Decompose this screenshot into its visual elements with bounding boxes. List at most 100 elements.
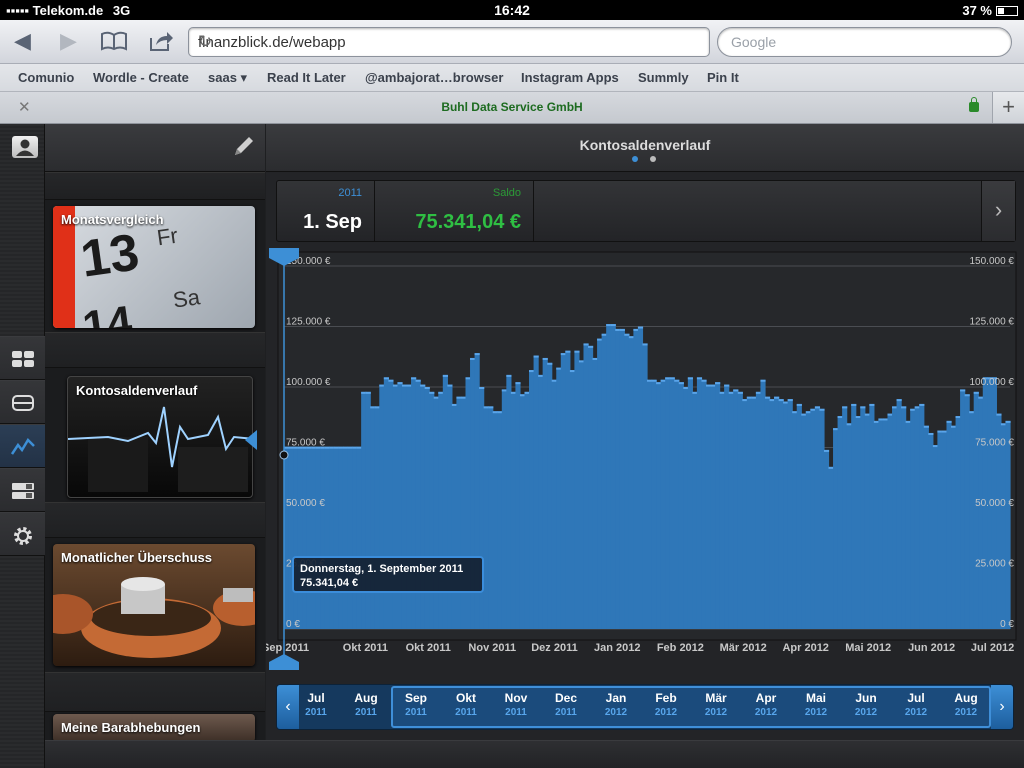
- timeline-month[interactable]: Sep 2011: [391, 691, 441, 718]
- timeline-month[interactable]: Aug 2011: [341, 691, 391, 718]
- balance-bar-top: [433, 396, 439, 399]
- balance-bar-top: [810, 408, 816, 411]
- timeline-month[interactable]: Okt 2011: [441, 691, 491, 718]
- bookmark-item[interactable]: Comunio: [18, 70, 74, 85]
- balance-bar: [456, 396, 462, 629]
- balance-bar: [887, 413, 893, 629]
- pencil-icon[interactable]: [231, 133, 257, 159]
- timeline-month[interactable]: Jan 2012: [591, 691, 641, 718]
- calendar-day: 13: [77, 223, 143, 289]
- bookmark-item[interactable]: Summly: [638, 70, 689, 85]
- card-monatlicher-ueberschuss[interactable]: Monatlicher Überschuss: [53, 544, 255, 666]
- balance-bar: [719, 391, 725, 629]
- card-icon: [12, 395, 34, 411]
- back-icon[interactable]: ◀: [14, 30, 31, 52]
- timeline-next-button[interactable]: ›: [991, 685, 1013, 729]
- balance-bar: [705, 384, 712, 629]
- balance-bar: [460, 396, 467, 629]
- card-label: Kontosaldenverlauf: [76, 383, 198, 398]
- balance-bar-top: [642, 343, 648, 346]
- timeline-month[interactable]: Feb 2012: [641, 691, 691, 718]
- balance-bar-top: [470, 357, 476, 360]
- balance-bar: [855, 416, 861, 629]
- calendar-day: 14: [79, 296, 136, 328]
- cursor-bottom-handle[interactable]: [269, 654, 299, 670]
- y-tick-label: 75.000 €: [286, 438, 325, 449]
- settings-button[interactable]: [0, 512, 45, 556]
- balance-bar: [311, 446, 317, 629]
- month-year: 2011: [355, 707, 377, 718]
- balance-bar: [783, 401, 789, 629]
- balance-bar-top: [882, 418, 889, 421]
- share-icon[interactable]: [148, 30, 174, 56]
- bookmark-item[interactable]: Wordle - Create: [93, 70, 189, 85]
- balance-bar: [760, 379, 766, 629]
- bookmark-item[interactable]: saas ▾: [208, 70, 247, 86]
- bookmarks-icon[interactable]: [100, 30, 128, 56]
- timeline-month[interactable]: Mai 2012: [791, 691, 841, 718]
- balance-bar-top: [796, 403, 802, 406]
- balance-bar-top: [746, 396, 752, 399]
- accounts-button[interactable]: [0, 380, 45, 424]
- analysis-button[interactable]: [0, 424, 45, 468]
- chart-tooltip: Donnerstag, 1. September 2011 75.341,04 …: [292, 556, 484, 593]
- balance-bar: [342, 446, 349, 629]
- timeline-month[interactable]: Jun 2012: [841, 691, 891, 718]
- timeline-month[interactable]: Jul 2012: [891, 691, 941, 718]
- balance-bar-top: [1000, 423, 1007, 426]
- month-timeline[interactable]: ‹ Jul 2011 Aug 2011 Sep 2011 Okt 2011 Nov 2011 Dec…: [276, 684, 1014, 730]
- balance-bar-top: [515, 382, 521, 385]
- profile-button[interactable]: [12, 136, 38, 158]
- timeline-month[interactable]: Dec 2011: [541, 691, 591, 718]
- balance-bar: [347, 446, 353, 629]
- reports-button[interactable]: [0, 468, 45, 512]
- bookmark-item[interactable]: Pin It: [707, 70, 739, 85]
- balance-bar: [687, 377, 693, 629]
- bookmark-item[interactable]: Read It Later: [267, 70, 346, 85]
- nav-rail: [0, 124, 45, 768]
- balance-bar: [361, 391, 367, 629]
- dashboard-button[interactable]: [0, 336, 45, 380]
- new-tab-button[interactable]: +: [992, 92, 1024, 123]
- balance-bar: [547, 362, 553, 629]
- forward-icon[interactable]: ▶: [60, 30, 77, 52]
- balance-bar: [842, 406, 848, 629]
- card-meine-barabhebungen[interactable]: Meine Barabhebungen: [53, 714, 255, 742]
- x-axis-label: Sep 2011: [266, 642, 309, 654]
- card-kontosaldenverlauf[interactable]: Kontosaldenverlauf: [67, 376, 253, 498]
- balance-bar-top: [497, 411, 503, 414]
- balance-bar-top: [578, 360, 585, 363]
- balance-bar: [683, 387, 689, 629]
- bookmark-item[interactable]: @ambajorat…browser: [365, 70, 503, 85]
- balance-chart[interactable]: 0 €0 €25.000 €25.000 €50.000 €50.000 €75…: [266, 124, 1024, 684]
- search-input[interactable]: Google: [717, 27, 1012, 57]
- timeline-month[interactable]: Mär 2012: [691, 691, 741, 718]
- balance-bar-top: [429, 391, 435, 394]
- timeline-month[interactable]: Jul 2011: [291, 691, 341, 718]
- balance-bar: [814, 406, 821, 629]
- bookmark-item[interactable]: Instagram Apps: [521, 70, 619, 85]
- card-monatsvergleich[interactable]: 13 Fr 14 Sa Monatsvergleich: [53, 206, 255, 328]
- balance-bar: [338, 446, 344, 629]
- address-bar[interactable]: finanzblick.de/webapp ↻: [188, 27, 710, 57]
- timeline-month[interactable]: Nov 2011: [491, 691, 541, 718]
- month-label: Feb: [655, 691, 677, 705]
- balance-bar-top: [447, 384, 453, 387]
- balance-bar-top: [715, 382, 721, 385]
- balance-bar-top: [347, 446, 353, 449]
- balance-bar: [656, 382, 662, 629]
- timeline-month[interactable]: Apr 2012: [741, 691, 791, 718]
- balance-bar: [928, 432, 934, 629]
- balance-bar: [569, 370, 575, 629]
- balance-bar: [1000, 423, 1007, 629]
- balance-bar-top: [488, 406, 494, 409]
- timeline-month[interactable]: Aug 2012: [941, 691, 991, 718]
- reload-icon[interactable]: ↻: [198, 32, 703, 52]
- balance-bar: [860, 406, 866, 629]
- balance-bar: [810, 408, 816, 629]
- balance-bar-top: [592, 357, 598, 360]
- balance-bar: [606, 324, 612, 629]
- balance-bar-top: [651, 379, 657, 382]
- balance-bar-top: [687, 377, 693, 380]
- balance-bar: [597, 338, 603, 629]
